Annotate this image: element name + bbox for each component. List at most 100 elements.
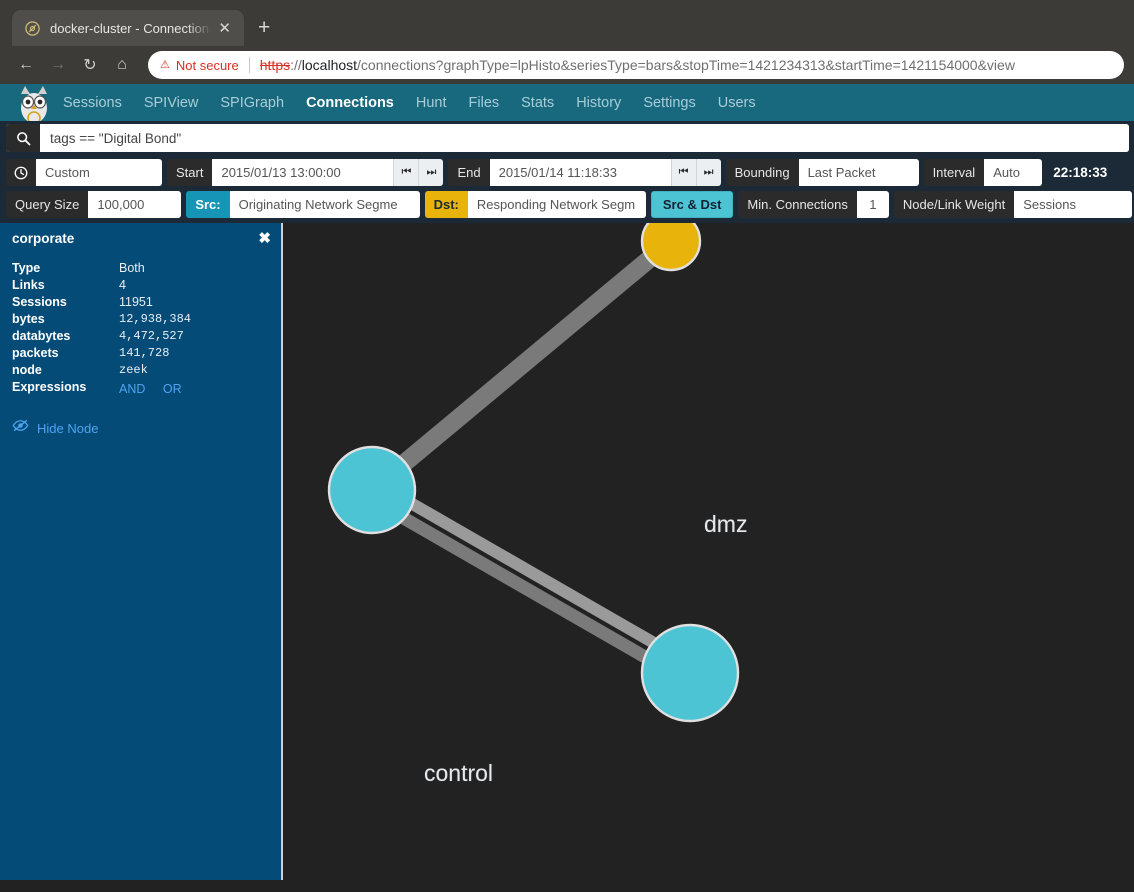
reload-icon[interactable]: ↻ <box>76 51 104 79</box>
node-details-table: Type Both Links 4 Sessions 11951 bytes 1… <box>12 259 271 399</box>
new-tab-button[interactable]: + <box>258 17 270 38</box>
hide-node-label: Hide Node <box>37 421 98 436</box>
node-link-weight-group: Node/Link Weight Sessions <box>894 191 1132 218</box>
browser-chrome: docker-cluster - Connections ✕ + ← → ↻ ⌂… <box>0 0 1134 84</box>
src-label: Src: <box>186 191 229 218</box>
start-time-label: Start <box>167 159 212 186</box>
owl-favicon-icon <box>24 20 41 37</box>
graph-node-label-control: control <box>424 760 493 787</box>
graph-node-corporate[interactable] <box>642 625 738 721</box>
nav-link-hunt[interactable]: Hunt <box>405 95 458 111</box>
search-bar <box>6 124 1129 152</box>
time-controls-row: Custom Start 2015/01/13 13:00:00 ⏮ ⏭ End… <box>0 155 1134 190</box>
expression-and-link[interactable]: AND <box>119 382 145 396</box>
expressions-links: AND OR <box>119 378 271 399</box>
end-time-label: End <box>448 159 489 186</box>
node-details-title: corporate <box>12 231 74 246</box>
table-row: Expressions AND OR <box>12 378 271 399</box>
close-icon[interactable]: ✖ <box>258 231 271 246</box>
table-row: node zeek <box>12 361 271 378</box>
field-label: Type <box>12 259 119 276</box>
node-link-weight-label: Node/Link Weight <box>894 191 1014 218</box>
nav-link-files[interactable]: Files <box>458 95 511 111</box>
src-field-select[interactable]: Originating Network Segme <box>230 191 420 218</box>
graph-link-control-corporate-a[interactable] <box>367 497 685 680</box>
expression-or-link[interactable]: OR <box>163 382 182 396</box>
graph-node-control[interactable] <box>329 447 415 533</box>
content-area: corporate ✖ Type Both Links 4 Sessions 1… <box>0 223 1134 880</box>
url-host: localhost <box>302 57 357 73</box>
graph-node-dmz[interactable] <box>642 223 700 270</box>
url-separator: :// <box>290 57 302 73</box>
current-time-display: 22:18:33 <box>1047 165 1107 180</box>
graph-canvas[interactable] <box>283 223 1134 880</box>
arkime-app: Sessions SPIView SPIGraph Connections Hu… <box>0 84 1134 892</box>
eye-slash-icon <box>12 419 29 437</box>
close-icon[interactable]: ✕ <box>213 21 236 36</box>
dst-label: Dst: <box>425 191 468 218</box>
field-label: Sessions <box>12 293 119 310</box>
warning-triangle-icon: ⚠ <box>160 60 170 71</box>
forward-arrow-icon: → <box>44 51 72 79</box>
hide-node-button[interactable]: Hide Node <box>12 419 271 437</box>
start-time-input[interactable]: 2015/01/13 13:00:00 <box>212 159 393 186</box>
connections-graph[interactable]: dmz control corporate <box>283 223 1134 880</box>
clock-icon[interactable] <box>6 159 36 186</box>
search-input[interactable] <box>40 124 1129 152</box>
security-status-label: Not secure <box>176 58 239 73</box>
node-link-weight-select[interactable]: Sessions <box>1014 191 1132 218</box>
nav-links: Sessions SPIView SPIGraph Connections Hu… <box>52 95 767 111</box>
browser-tab[interactable]: docker-cluster - Connections ✕ <box>12 10 244 46</box>
end-time-input[interactable]: 2015/01/14 11:18:33 <box>490 159 671 186</box>
bounding-label: Bounding <box>726 159 799 186</box>
nav-link-history[interactable]: History <box>565 95 632 111</box>
field-label: bytes <box>12 310 119 327</box>
end-step-back-icon[interactable]: ⏮ <box>671 159 696 186</box>
end-time-group: End 2015/01/14 11:18:33 ⏮ ⏭ <box>448 159 720 186</box>
node-details-panel: corporate ✖ Type Both Links 4 Sessions 1… <box>0 223 283 880</box>
address-bar-url: https://localhost/connections?graphType=… <box>260 57 1015 73</box>
app-navbar: Sessions SPIView SPIGraph Connections Hu… <box>0 84 1134 121</box>
table-row: packets 141,728 <box>12 344 271 361</box>
nav-link-stats[interactable]: Stats <box>510 95 565 111</box>
field-value: 11951 <box>119 293 271 310</box>
query-size-select[interactable]: 100,000 <box>88 191 181 218</box>
start-step-forward-icon[interactable]: ⏭ <box>418 159 443 186</box>
nav-link-spigraph[interactable]: SPIGraph <box>209 95 295 111</box>
nav-link-spiview[interactable]: SPIView <box>133 95 210 111</box>
dst-field-select[interactable]: Responding Network Segm <box>468 191 646 218</box>
nav-link-sessions[interactable]: Sessions <box>52 95 133 111</box>
field-value: 4,472,527 <box>119 327 271 344</box>
back-arrow-icon[interactable]: ← <box>12 51 40 79</box>
graph-link-control-dmz[interactable] <box>372 241 671 490</box>
bounding-select[interactable]: Last Packet <box>799 159 919 186</box>
interval-label: Interval <box>924 159 985 186</box>
time-range-select[interactable]: Custom <box>36 159 162 186</box>
search-icon[interactable] <box>6 124 40 152</box>
field-value: 4 <box>119 276 271 293</box>
min-connections-group: Min. Connections 1 <box>738 191 888 218</box>
omnibox-divider <box>249 57 250 73</box>
src-and-dst-button[interactable]: Src & Dst <box>651 191 734 218</box>
nav-link-settings[interactable]: Settings <box>632 95 706 111</box>
end-step-forward-icon[interactable]: ⏭ <box>696 159 721 186</box>
interval-select[interactable]: Auto <box>984 159 1042 186</box>
graph-node-label-dmz: dmz <box>704 511 747 538</box>
table-row: Type Both <box>12 259 271 276</box>
query-size-group: Query Size 100,000 <box>6 191 181 218</box>
graph-link-control-corporate-b[interactable] <box>376 483 694 666</box>
nav-link-users[interactable]: Users <box>707 95 767 111</box>
field-value: 141,728 <box>119 344 271 361</box>
time-range-group: Custom <box>6 159 162 186</box>
nav-link-connections[interactable]: Connections <box>295 95 405 111</box>
arkime-owl-logo-icon[interactable] <box>0 84 52 121</box>
address-bar[interactable]: ⚠ Not secure https://localhost/connectio… <box>148 51 1124 79</box>
table-row: bytes 12,938,384 <box>12 310 271 327</box>
min-connections-input[interactable]: 1 <box>857 191 889 218</box>
table-row: databytes 4,472,527 <box>12 327 271 344</box>
field-value: Both <box>119 259 271 276</box>
home-icon[interactable]: ⌂ <box>108 51 136 79</box>
table-row: Links 4 <box>12 276 271 293</box>
start-step-back-icon[interactable]: ⏮ <box>393 159 418 186</box>
field-label: databytes <box>12 327 119 344</box>
